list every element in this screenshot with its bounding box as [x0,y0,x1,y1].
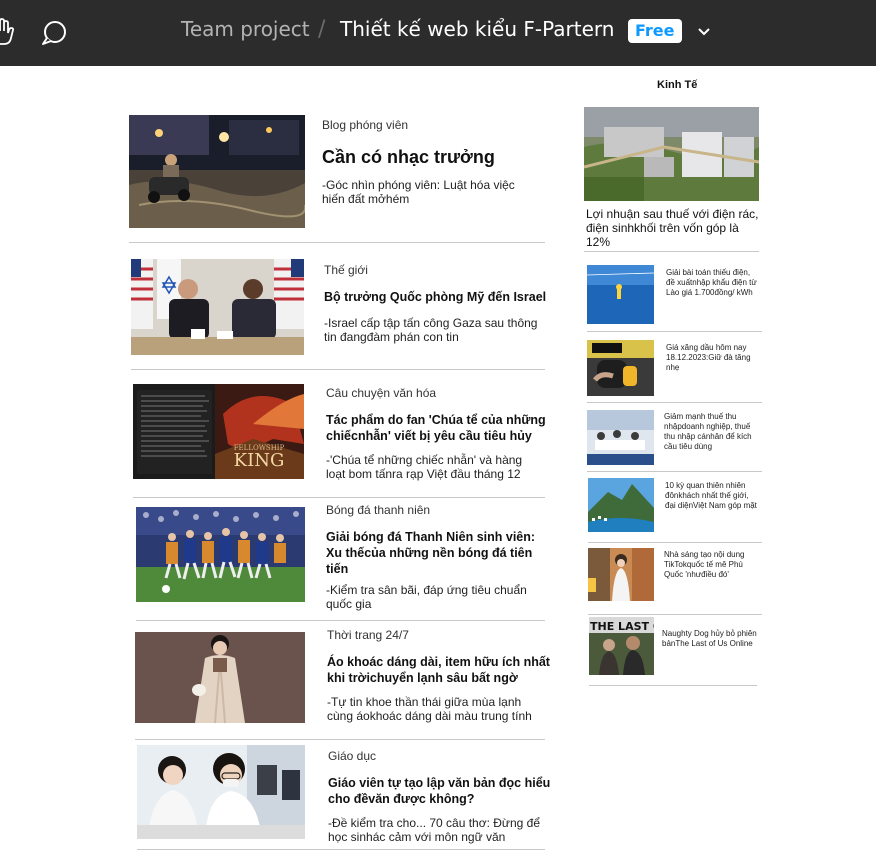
book-title-text: KING [234,450,285,471]
sidebar-item-headline[interactable]: Nhà sáng tạo nội dung TikTokquốc tế mê P… [664,550,759,580]
divider [587,471,762,472]
plan-badge[interactable]: Free [628,19,682,43]
sidebar-lead-thumbnail[interactable] [584,107,759,201]
article-category[interactable]: Thế giới [324,263,368,277]
sidebar-item-thumbnail[interactable]: THE LAST OF U [589,617,654,675]
article-thumbnail[interactable] [135,632,305,723]
article-category[interactable]: Câu chuyện văn hóa [326,386,436,400]
sidebar-item-thumbnail[interactable] [587,410,654,465]
article-summary[interactable]: -Kiểm tra sân bãi, đáp ứng tiêu chuẩn qu… [326,583,541,611]
last-of-us-logo-text: THE LAST OF U [590,620,654,633]
article-headline[interactable]: Tác phẩm do fan 'Chúa tể của những chiếc… [326,412,551,444]
divider [587,331,762,332]
comment-icon[interactable] [39,18,69,48]
divider [129,242,545,243]
sidebar-lead-headline[interactable]: Lợi nhuận sau thuế với điện rác, điện si… [586,207,766,249]
sidebar-item-headline[interactable]: Giải bài toán thiếu điện, đề xuấtnhập kh… [666,268,761,298]
divider [588,542,762,543]
article-headline[interactable]: Cần có nhạc trưởng [322,146,552,168]
article-headline[interactable]: Giải bóng đá Thanh Niên sinh viên: Xu th… [326,529,551,577]
divider [587,402,762,403]
divider [135,739,545,740]
article-summary[interactable]: -Tự tin khoe thần thái giữa mùa lạnh cùn… [327,695,542,723]
sidebar-item-headline[interactable]: 10 kỳ quan thiên nhiên đônkhách nhất thế… [665,481,760,511]
hand-tool-icon[interactable] [0,18,18,48]
divider [589,685,757,686]
article-thumbnail[interactable] [137,745,305,839]
sidebar-item-thumbnail[interactable] [588,548,654,601]
file-name[interactable]: Thiết kế web kiểu F-Partern [340,17,614,41]
article-summary[interactable]: -Góc nhìn phóng viên: Luật hóa việc hiến… [322,178,537,206]
article-category[interactable]: Bóng đá thanh niên [326,503,430,517]
article-thumbnail[interactable]: KING FELLOWSHIP [133,384,304,479]
divider [136,620,545,621]
article-headline[interactable]: Giáo viên tự tạo lập văn bản đọc hiểu ch… [328,775,553,807]
article-thumbnail[interactable] [129,115,305,228]
sidebar-item-thumbnail[interactable] [587,265,654,324]
divider [131,369,545,370]
book-subtitle-text: FELLOWSHIP [234,444,285,452]
sidebar-item-headline[interactable]: Giảm mạnh thuế thu nhậpdoanh nghiệp, thu… [664,412,759,452]
article-headline[interactable]: Áo khoác dáng dài, item hữu ích nhất khi… [327,654,552,686]
article-summary[interactable]: -'Chúa tể những chiếc nhẫn' và hàng loạt… [326,453,541,481]
sidebar-item-thumbnail[interactable] [587,340,654,396]
chevron-down-icon[interactable] [696,23,712,39]
divider [584,251,759,252]
article-thumbnail[interactable] [131,259,304,355]
article-summary[interactable]: -Israel cấp tập tấn công Gaza sau thông … [324,316,539,344]
breadcrumb-project[interactable]: Team project [181,17,310,41]
top-toolbar: Team project / Thiết kế web kiểu F-Parte… [0,0,876,66]
breadcrumb-separator: / [318,17,326,42]
sidebar-item-headline[interactable]: Giá xăng dầu hôm nay 18.12.2023:Giữ đà t… [666,343,761,373]
article-thumbnail[interactable] [136,507,305,602]
sidebar-title[interactable]: Kinh Tế [657,79,697,91]
article-headline[interactable]: Bộ trưởng Quốc phòng Mỹ đến Israel [324,289,549,305]
sidebar-item-thumbnail[interactable] [588,478,654,532]
divider [133,497,545,498]
sidebar-item-headline[interactable]: Naughty Dog hủy bỏ phiên bảnThe Last of … [662,629,762,649]
article-category[interactable]: Thời trang 24/7 [327,628,409,642]
article-category[interactable]: Giáo dục [328,749,376,763]
article-summary[interactable]: -Đề kiểm tra cho... 70 câu thơ: Đừng để … [328,816,543,844]
divider [588,614,762,615]
article-category[interactable]: Blog phóng viên [322,118,408,132]
divider [137,849,545,850]
